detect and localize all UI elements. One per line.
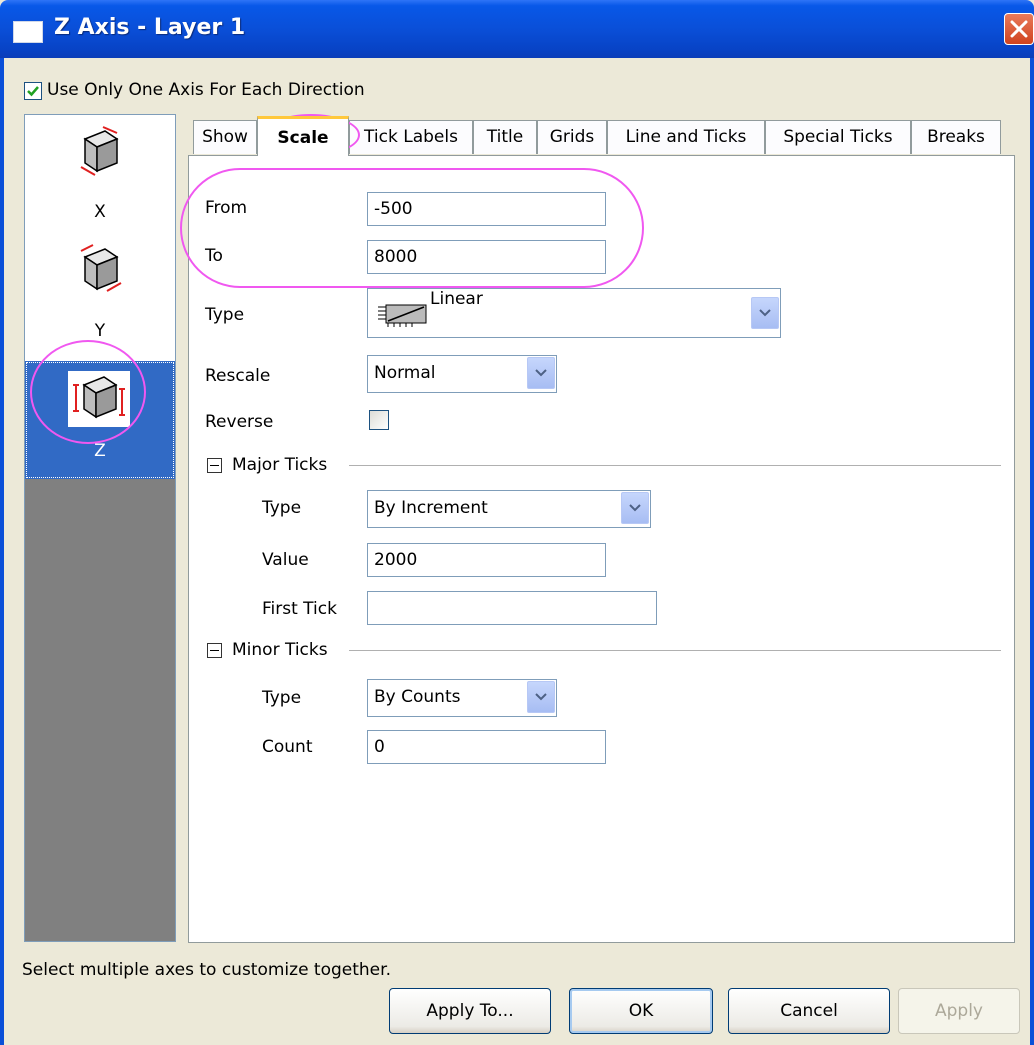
- group-divider: [349, 465, 1001, 466]
- tab-line-and-ticks[interactable]: Line and Ticks: [607, 120, 765, 154]
- linear-scale-icon: [378, 304, 427, 327]
- tab-title[interactable]: Title: [473, 120, 537, 154]
- axis-list[interactable]: X Y Z: [24, 114, 176, 942]
- close-button[interactable]: [1004, 13, 1034, 45]
- cancel-button[interactable]: Cancel: [728, 988, 890, 1034]
- minor-type-value: By Counts: [374, 687, 461, 707]
- rescale-label: Rescale: [205, 366, 271, 386]
- chevron-down-icon: [759, 309, 771, 317]
- axis-x-cube-icon: [77, 125, 123, 177]
- from-input[interactable]: -500: [367, 192, 606, 226]
- ok-button[interactable]: OK: [569, 988, 713, 1034]
- one-axis-label: Use Only One Axis For Each Direction: [47, 80, 365, 100]
- window-icon: [13, 21, 43, 43]
- window-border-right: [1030, 58, 1034, 1045]
- minor-type-dropdown-button[interactable]: [527, 681, 555, 713]
- chevron-down-icon: [535, 369, 547, 377]
- chevron-down-icon: [629, 504, 641, 512]
- count-label: Count: [262, 737, 313, 757]
- close-icon: [1010, 20, 1028, 38]
- window-title: Z Axis - Layer 1: [54, 15, 246, 40]
- scale-type-dropdown-button[interactable]: [751, 297, 779, 329]
- major-type-dropdown-button[interactable]: [621, 492, 649, 524]
- tab-grids[interactable]: Grids: [537, 120, 607, 154]
- tab-show[interactable]: Show: [193, 120, 257, 154]
- major-ticks-header: Major Ticks: [232, 455, 328, 475]
- scale-type-select[interactable]: Linear: [367, 288, 781, 338]
- rescale-select[interactable]: Normal: [367, 355, 557, 393]
- reverse-checkbox[interactable]: [369, 410, 389, 430]
- rescale-value: Normal: [374, 363, 436, 383]
- major-value-label: Value: [262, 550, 309, 570]
- minor-ticks-header: Minor Ticks: [232, 640, 328, 660]
- rescale-dropdown-button[interactable]: [527, 357, 555, 389]
- to-input[interactable]: 8000: [367, 240, 606, 274]
- scale-type-value: Linear: [430, 289, 483, 309]
- minor-type-label: Type: [262, 688, 302, 708]
- axis-z-cube-icon: [68, 371, 130, 427]
- collapse-icon[interactable]: [207, 643, 222, 658]
- minor-type-select[interactable]: By Counts: [367, 679, 557, 717]
- axis-z-label: Z: [94, 441, 106, 461]
- first-tick-label: First Tick: [262, 599, 337, 619]
- count-input[interactable]: 0: [367, 730, 606, 764]
- first-tick-input[interactable]: [367, 591, 657, 625]
- status-text: Select multiple axes to customize togeth…: [22, 960, 391, 980]
- group-divider: [349, 650, 1001, 651]
- tab-breaks[interactable]: Breaks: [911, 120, 1001, 154]
- title-bar[interactable]: Z Axis - Layer 1: [0, 0, 1034, 58]
- major-ticks-group-header[interactable]: Major Ticks: [207, 455, 1007, 479]
- axis-y-cube-icon: [77, 243, 123, 295]
- major-value-input[interactable]: 2000: [367, 543, 606, 577]
- axis-x-label: X: [94, 202, 106, 222]
- type-label: Type: [205, 305, 245, 325]
- from-label: From: [205, 198, 248, 218]
- one-axis-checkbox[interactable]: [24, 82, 42, 100]
- window-border-left: [0, 58, 4, 1045]
- dialog-window: Z Axis - Layer 1 Use Only One Axis For E…: [0, 0, 1034, 1045]
- tab-scale[interactable]: Scale: [257, 116, 349, 156]
- axis-item-y[interactable]: Y: [25, 235, 175, 361]
- apply-button[interactable]: Apply: [898, 988, 1020, 1034]
- axis-item-x[interactable]: X: [25, 115, 175, 235]
- axis-item-z[interactable]: Z: [25, 361, 175, 479]
- major-type-value: By Increment: [374, 498, 488, 518]
- tab-special-ticks[interactable]: Special Ticks: [765, 120, 911, 154]
- minor-ticks-group-header[interactable]: Minor Ticks: [207, 640, 1007, 664]
- axis-y-label: Y: [94, 321, 106, 341]
- collapse-icon[interactable]: [207, 458, 222, 473]
- tab-tick-labels[interactable]: Tick Labels: [349, 120, 473, 154]
- apply-to-button[interactable]: Apply To...: [389, 988, 551, 1034]
- major-type-label: Type: [262, 498, 302, 518]
- checkmark-icon: [27, 86, 39, 97]
- major-type-select[interactable]: By Increment: [367, 490, 651, 528]
- chevron-down-icon: [535, 693, 547, 701]
- reverse-label: Reverse: [205, 412, 274, 432]
- to-label: To: [205, 246, 223, 266]
